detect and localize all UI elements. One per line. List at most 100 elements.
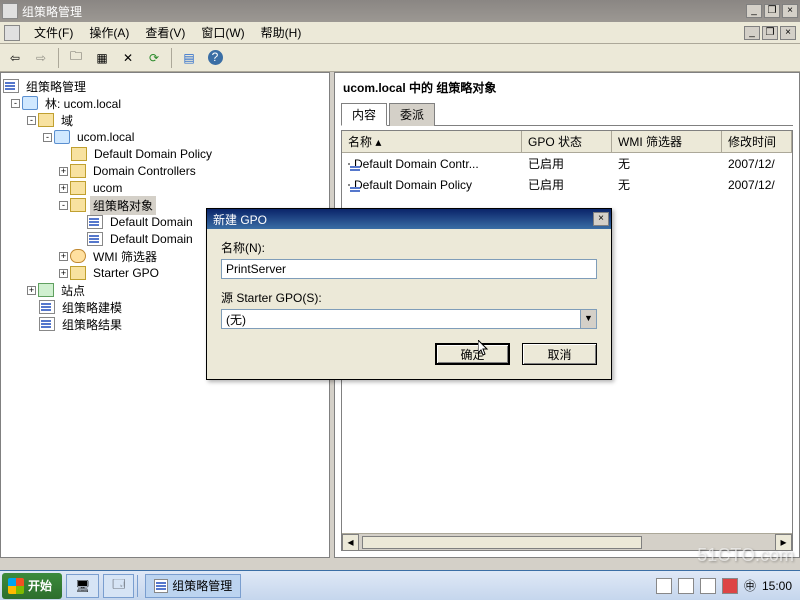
collapse-icon[interactable]: - <box>11 99 20 108</box>
collapse-icon[interactable]: - <box>59 201 68 210</box>
panel-heading: ucom.local 中的 组策略对象 <box>335 73 799 98</box>
tree-domain-controllers[interactable]: +Domain Controllers <box>3 163 327 179</box>
maximize-button[interactable]: ❐ <box>764 4 780 18</box>
tree-domain[interactable]: -ucom.local <box>3 129 327 145</box>
sort-asc-icon: ▴ <box>375 135 381 149</box>
start-button[interactable]: 开始 <box>2 573 62 599</box>
system-tray: ㊥ 15:00 <box>650 574 798 598</box>
tray-security-icon[interactable] <box>722 578 738 594</box>
taskbar: 开始 🖥 🗔 组策略管理 ㊥ 15:00 <box>0 570 800 600</box>
ou-icon <box>70 164 86 178</box>
tree-root[interactable]: 组策略管理 <box>3 78 327 94</box>
tabs: 内容 委派 <box>341 102 793 126</box>
child-restore-button[interactable]: ❐ <box>762 26 778 40</box>
expand-icon[interactable]: + <box>59 269 68 278</box>
collapse-icon[interactable]: - <box>27 116 36 125</box>
forest-icon <box>22 96 38 110</box>
combo-value: (无) <box>222 311 580 328</box>
windows-flag-icon <box>8 578 24 594</box>
expand-icon[interactable]: + <box>27 286 36 295</box>
tab-delegate[interactable]: 委派 <box>389 103 435 126</box>
tree-ucom-ou[interactable]: +ucom <box>3 180 327 196</box>
desktop-icon: 🖥 <box>75 579 90 593</box>
minimize-button[interactable]: _ <box>746 4 762 18</box>
cancel-button[interactable]: 取消 <box>522 343 597 365</box>
tree-icon: ▦ <box>96 51 107 65</box>
menu-help[interactable]: 帮助(H) <box>253 22 310 43</box>
name-label: 名称(N): <box>221 239 597 256</box>
col-wmi[interactable]: WMI 筛选器 <box>612 131 722 152</box>
close-button[interactable]: × <box>782 4 798 18</box>
menu-view[interactable]: 查看(V) <box>137 22 193 43</box>
delete-button[interactable]: ✕ <box>117 47 139 69</box>
scroll-thumb[interactable] <box>362 536 642 549</box>
tree-domains[interactable]: -域 <box>3 112 327 128</box>
tab-content[interactable]: 内容 <box>341 103 387 126</box>
show-hide-tree-button[interactable]: ▦ <box>91 47 113 69</box>
source-starter-combo[interactable]: (无) ▼ <box>221 309 597 329</box>
tray-icon[interactable] <box>656 578 672 594</box>
tray-volume-icon[interactable] <box>700 578 716 594</box>
menu-action[interactable]: 操作(A) <box>81 22 137 43</box>
modeling-icon <box>39 300 55 314</box>
starter-icon <box>70 266 86 280</box>
toolbar-separator <box>58 48 59 68</box>
new-gpo-dialog: 新建 GPO × 名称(N): 源 Starter GPO(S): (无) ▼ … <box>206 208 612 380</box>
folder-icon <box>38 113 54 127</box>
app-titlebar: 组策略管理 _ ❐ × <box>0 0 800 22</box>
child-minimize-button[interactable]: _ <box>744 26 760 40</box>
expand-icon[interactable]: + <box>59 167 68 176</box>
col-name[interactable]: 名称 ▴ <box>342 131 522 152</box>
gpo-icon <box>87 232 103 246</box>
quicklaunch-item[interactable]: 🖥 <box>66 574 99 598</box>
back-button[interactable]: ⇦ <box>4 47 26 69</box>
quicklaunch-item[interactable]: 🗔 <box>103 574 134 598</box>
back-icon: ⇦ <box>10 51 20 65</box>
tree-default-domain-policy[interactable]: Default Domain Policy <box>3 146 327 162</box>
menu-file[interactable]: 文件(F) <box>26 22 81 43</box>
taskbar-app-button[interactable]: 组策略管理 <box>145 574 241 598</box>
gpo-name-input[interactable] <box>221 259 597 279</box>
explorer-icon: 🗔 <box>112 575 125 596</box>
tree-forest[interactable]: -林: ucom.local <box>3 95 327 111</box>
menubar: 文件(F) 操作(A) 查看(V) 窗口(W) 帮助(H) _ ❐ × <box>0 22 800 44</box>
sites-icon <box>38 283 54 297</box>
collapse-icon[interactable]: - <box>43 133 52 142</box>
list-row[interactable]: Default Domain Contr... 已启用 无 2007/12/ <box>342 153 792 174</box>
menu-window[interactable]: 窗口(W) <box>193 22 252 43</box>
chevron-down-icon[interactable]: ▼ <box>580 310 596 328</box>
forward-button[interactable]: ⇨ <box>30 47 52 69</box>
tray-icon[interactable] <box>678 578 694 594</box>
gpo-folder-icon <box>70 198 86 212</box>
wmi-icon <box>70 249 86 263</box>
app-title: 组策略管理 <box>22 3 746 20</box>
expand-icon[interactable]: + <box>59 184 68 193</box>
up-button[interactable]: 🗀 <box>65 47 87 69</box>
help-button[interactable]: ? <box>204 47 226 69</box>
dialog-titlebar[interactable]: 新建 GPO × <box>207 209 611 229</box>
taskbar-separator <box>137 575 138 597</box>
properties-icon: ▤ <box>183 51 194 65</box>
child-close-button[interactable]: × <box>780 26 796 40</box>
ou-icon <box>70 181 86 195</box>
col-state[interactable]: GPO 状态 <box>522 131 612 152</box>
refresh-button[interactable]: ⟳ <box>143 47 165 69</box>
col-modified[interactable]: 修改时间 <box>722 131 792 152</box>
ime-indicator[interactable]: ㊥ <box>744 577 756 594</box>
list-row[interactable]: Default Domain Policy 已启用 无 2007/12/ <box>342 174 792 195</box>
properties-button[interactable]: ▤ <box>178 47 200 69</box>
folder-up-icon: 🗀 <box>70 47 82 68</box>
results-icon <box>39 317 55 331</box>
expand-icon[interactable]: + <box>59 252 68 261</box>
app-icon <box>154 579 168 593</box>
scroll-left-icon[interactable]: ◂ <box>342 534 359 551</box>
toolbar: ⇦ ⇨ 🗀 ▦ ✕ ⟳ ▤ ? <box>0 44 800 72</box>
ok-button[interactable]: 确定 <box>435 343 510 365</box>
delete-icon: ✕ <box>123 51 133 65</box>
gpo-icon <box>87 215 103 229</box>
dialog-close-button[interactable]: × <box>593 212 609 226</box>
gpo-icon <box>348 184 350 186</box>
refresh-icon: ⟳ <box>149 51 159 65</box>
clock[interactable]: 15:00 <box>762 579 792 593</box>
dialog-title: 新建 GPO <box>209 211 267 228</box>
